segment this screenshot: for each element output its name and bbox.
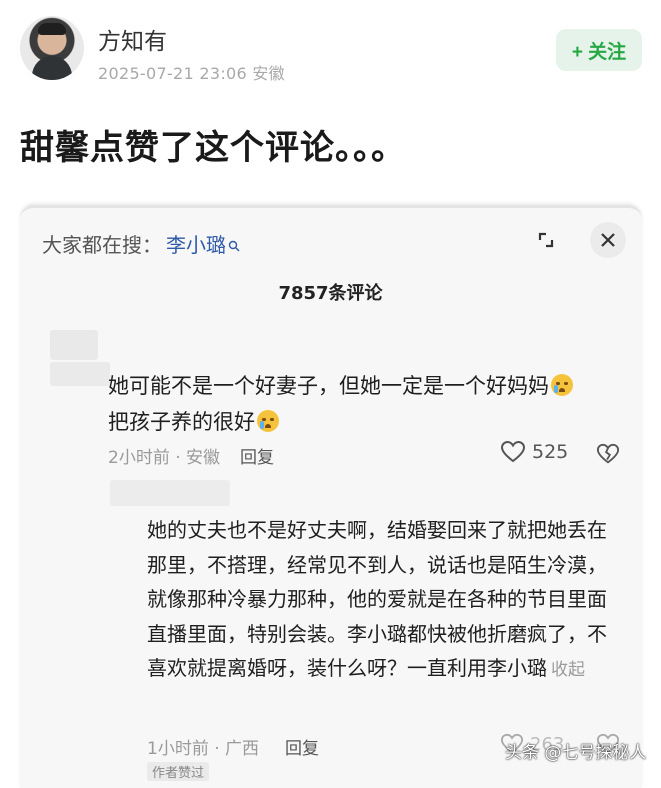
- watermark: 头条 @七号探秘人: [505, 743, 647, 763]
- search-prefix: 大家都在搜：: [42, 233, 162, 257]
- comment-1-line1: 她可能不是一个好妻子，但她一定是一个好妈妈: [108, 374, 549, 398]
- author-avatar[interactable]: [20, 16, 84, 80]
- comment-1-dislike-button[interactable]: [596, 442, 620, 466]
- close-icon: [601, 233, 615, 247]
- broken-heart-icon: [596, 443, 620, 464]
- comment-1-line2: 把孩子养的很好: [108, 410, 255, 434]
- comment-2-text: 她的丈夫也不是好丈夫啊，结婚娶回来了就把她丢在那里，不搭理，经常见不到人，说话也…: [147, 513, 617, 688]
- crying-emoji-icon: [551, 374, 573, 396]
- search-icon[interactable]: [228, 240, 240, 255]
- close-button[interactable]: [590, 222, 626, 258]
- comment-2-reply-button[interactable]: 回复: [285, 734, 319, 759]
- comment-1-time: 2小时前 · 安徽: [108, 448, 221, 468]
- comment-1-text: 她可能不是一个好妻子，但她一定是一个好妈妈 把孩子养的很好: [108, 368, 628, 440]
- crying-emoji-icon: [257, 410, 279, 432]
- author-name[interactable]: 方知有: [98, 22, 167, 56]
- comment-2-meta: 1小时前 · 广西 回复: [147, 734, 319, 759]
- follow-button[interactable]: + 关注: [556, 29, 642, 71]
- heart-icon: [500, 440, 526, 463]
- comment-count: 7857条评论: [278, 283, 383, 304]
- blurred-avatar: [50, 330, 98, 360]
- comment-2-time: 1小时前 · 广西: [147, 739, 260, 759]
- comment-1-like-button[interactable]: 525: [500, 440, 568, 464]
- search-term-link[interactable]: 李小璐: [166, 229, 226, 258]
- comment-1-like-count: 525: [532, 441, 569, 463]
- trending-search[interactable]: 大家都在搜： 李小璐: [42, 229, 240, 258]
- comment-2-body: 她的丈夫也不是好丈夫啊，结婚娶回来了就把她丢在那里，不搭理，经常见不到人，说话也…: [147, 518, 607, 680]
- post-text: 甜馨点赞了这个评论。。。: [20, 128, 406, 168]
- blurred-username: [50, 362, 110, 386]
- blurred-reply-user: [110, 480, 230, 506]
- collapse-button[interactable]: 收起: [551, 660, 585, 680]
- comment-1-meta: 2小时前 · 安徽 回复: [108, 443, 274, 468]
- comment-1-reply-button[interactable]: 回复: [240, 443, 274, 468]
- post-meta: 2025-07-21 23:06 安徽: [98, 64, 285, 83]
- expand-icon[interactable]: [534, 228, 558, 252]
